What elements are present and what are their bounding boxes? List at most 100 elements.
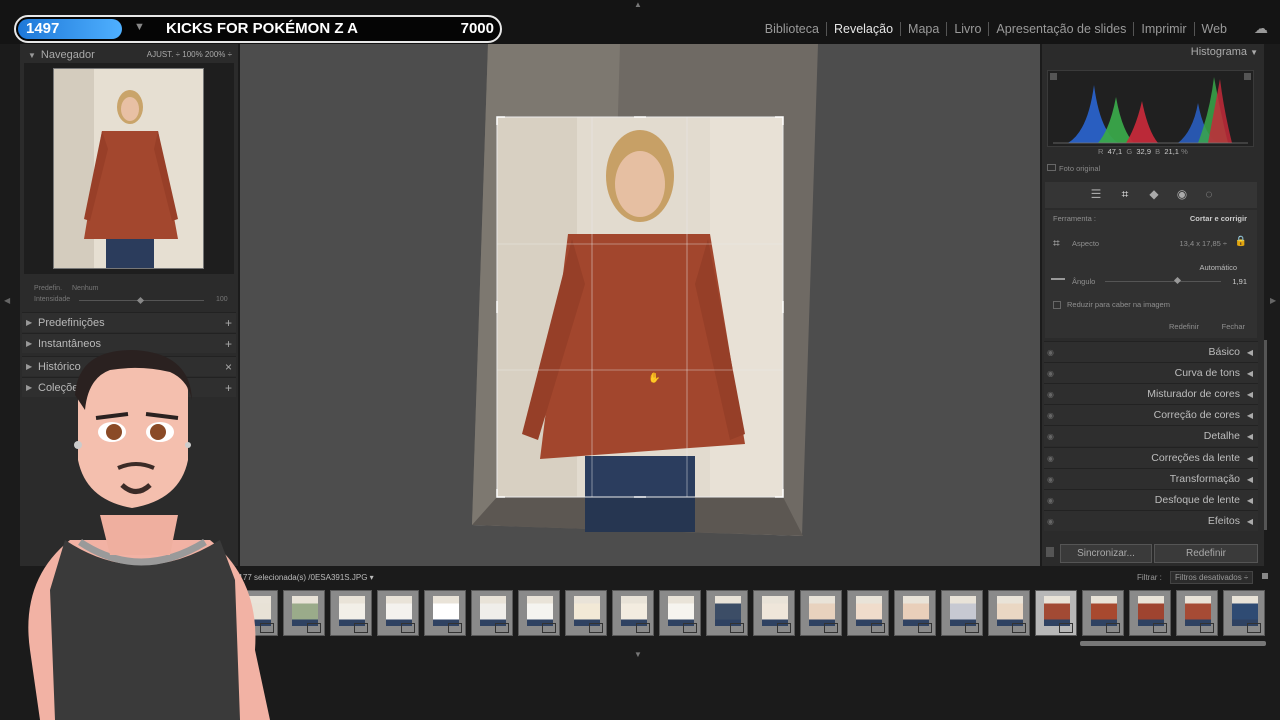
edit-sliders-icon[interactable]: ☰ (1089, 187, 1103, 201)
eye-icon[interactable]: ◉ (1047, 384, 1054, 405)
edited-badge-icon (1106, 623, 1120, 633)
overlay-counter: 1497 (18, 19, 122, 39)
crop-tool-icon[interactable]: ⌗ (1118, 187, 1132, 201)
intensity-slider-thumb[interactable] (136, 296, 145, 305)
eye-icon[interactable]: ◉ (1047, 363, 1054, 384)
eye-icon[interactable]: ◉ (1047, 490, 1054, 511)
crop-workspace[interactable]: ✋ (240, 44, 1040, 566)
section-efeitos[interactable]: ◉ Efeitos ◀ (1044, 510, 1258, 531)
module-imprimir[interactable]: Imprimir (1134, 22, 1195, 36)
filmstrip-thumbnail[interactable] (518, 590, 560, 636)
thumbnail-photo (621, 596, 647, 626)
filmstrip-thumbnail[interactable] (1035, 590, 1077, 636)
section-misturador-de-cores[interactable]: ◉ Misturador de cores ◀ (1044, 383, 1258, 404)
eye-icon[interactable]: ◉ (1047, 342, 1054, 363)
eye-icon[interactable]: ◉ (1047, 405, 1054, 426)
filmstrip-thumbnail[interactable] (471, 590, 513, 636)
masking-icon[interactable]: ◌ (1202, 187, 1216, 201)
add-icon[interactable]: + (225, 313, 232, 333)
section-basico[interactable]: ◉ Básico ◀ (1044, 341, 1258, 362)
tool-value[interactable]: Cortar e corrigir (1190, 214, 1247, 223)
straighten-ruler-icon[interactable] (1051, 278, 1065, 280)
constrain-label: Reduzir para caber na imagem (1067, 300, 1170, 309)
lock-icon[interactable]: 🔒 (1235, 236, 1247, 247)
edited-badge-icon (777, 623, 791, 633)
hand-cursor-icon: ✋ (648, 371, 660, 384)
edited-badge-icon (307, 623, 321, 633)
auto-straighten-button[interactable]: Automático (1199, 263, 1237, 272)
original-photo-toggle[interactable]: Foto original (1047, 164, 1100, 173)
collapse-top-icon[interactable]: ▲ (634, 0, 642, 9)
navigator-thumbnail[interactable] (53, 68, 204, 269)
section-label: Correção de cores (1153, 409, 1240, 421)
preset-value[interactable]: Nenhum (72, 285, 98, 292)
filmstrip-thumbnail[interactable] (941, 590, 983, 636)
filmstrip-thumbnail[interactable] (377, 590, 419, 636)
filmstrip-thumbnail[interactable] (565, 590, 607, 636)
eye-icon[interactable]: ◉ (1047, 469, 1054, 490)
filmstrip-thumbnail[interactable] (330, 590, 372, 636)
navigator-zoom-options[interactable]: AJUST. ÷ 100% 200% ÷ (147, 45, 232, 65)
filmstrip-thumbnail[interactable] (706, 590, 748, 636)
module-livro[interactable]: Livro (947, 22, 990, 36)
filmstrip-scrollbar[interactable] (1080, 641, 1266, 646)
red-eye-icon[interactable]: ◉ (1175, 187, 1189, 201)
module-biblioteca[interactable]: Biblioteca (758, 22, 827, 36)
edited-badge-icon (965, 623, 979, 633)
triangle-left-icon: ◀ (1246, 454, 1253, 463)
navigator-header[interactable]: ▼ Navegador AJUST. ÷ 100% 200% ÷ (20, 45, 246, 65)
section-correcoes-da-lente[interactable]: ◉ Correções da lente ◀ (1044, 447, 1258, 468)
section-predefinicoes[interactable]: ▶ Predefinições + (22, 312, 236, 332)
constrain-option[interactable]: Reduzir para caber na imagem (1053, 300, 1170, 310)
filmstrip-thumbnail[interactable] (847, 590, 889, 636)
angle-slider[interactable] (1105, 281, 1221, 282)
thumbnail-photo (1185, 596, 1211, 626)
section-transformacao[interactable]: ◉ Transformação ◀ (1044, 468, 1258, 489)
reset-button[interactable]: Redefinir (1154, 544, 1258, 563)
filmstrip-thumbnail[interactable] (1223, 590, 1265, 636)
filmstrip-thumbnail[interactable] (1129, 590, 1171, 636)
section-correcao-de-cores[interactable]: ◉ Correção de cores ◀ (1044, 404, 1258, 425)
healing-eraser-icon[interactable]: ◆ (1147, 187, 1161, 201)
filmstrip-thumbnail[interactable] (1176, 590, 1218, 636)
section-label: Efeitos (1207, 515, 1240, 527)
filmstrip-thumbnail[interactable] (800, 590, 842, 636)
filmstrip-thumbnail[interactable] (988, 590, 1030, 636)
eye-icon[interactable]: ◉ (1047, 511, 1054, 532)
right-panel-scrollbar[interactable] (1264, 340, 1267, 530)
crop-reset-button[interactable]: Redefinir (1169, 322, 1199, 331)
checkbox-icon[interactable] (1047, 164, 1056, 171)
filmstrip-thumbnail[interactable] (894, 590, 936, 636)
angle-slider-thumb[interactable] (1173, 276, 1181, 285)
aspect-value[interactable]: 13,4 x 17,85 ÷ (1180, 239, 1227, 248)
crop-close-button[interactable]: Fechar (1222, 322, 1245, 331)
angle-value[interactable]: 1,91 (1232, 277, 1247, 286)
collapse-right-icon[interactable]: ▶ (1270, 296, 1276, 305)
section-curva-de-tons[interactable]: ◉ Curva de tons ◀ (1044, 362, 1258, 383)
filmstrip-thumbnail[interactable] (612, 590, 654, 636)
cloud-sync-icon[interactable]: ☁ (1254, 20, 1268, 37)
filmstrip-thumbnail[interactable] (753, 590, 795, 636)
collapse-left-icon[interactable]: ◀ (4, 296, 10, 305)
module-web[interactable]: Web (1195, 22, 1234, 36)
thumbnail-photo (339, 596, 365, 626)
section-desfoque-de-lente[interactable]: ◉ Desfoque de lente ◀ (1044, 489, 1258, 510)
filmstrip-thumbnail[interactable] (424, 590, 466, 636)
eye-icon[interactable]: ◉ (1047, 426, 1054, 447)
collapse-bottom-icon[interactable]: ▼ (634, 650, 642, 659)
filmstrip-thumbnail[interactable] (1082, 590, 1124, 636)
sync-button[interactable]: Sincronizar... (1060, 544, 1152, 563)
thumbnail-photo (1091, 596, 1117, 626)
filter-select[interactable]: Filtros desativados ÷ (1170, 571, 1254, 584)
edited-badge-icon (589, 623, 603, 633)
module-mapa[interactable]: Mapa (901, 22, 948, 36)
module-revelacao[interactable]: Revelação (827, 22, 902, 36)
section-detalhe[interactable]: ◉ Detalhe ◀ (1044, 425, 1258, 446)
sync-toggle-icon[interactable] (1046, 547, 1054, 557)
module-apresentacao[interactable]: Apresentação de slides (989, 22, 1135, 36)
eye-icon[interactable]: ◉ (1047, 448, 1054, 469)
checkbox-icon[interactable] (1053, 301, 1061, 310)
filmstrip-thumbnail[interactable] (659, 590, 701, 636)
histogram-header[interactable]: Histograma ▼ (1042, 46, 1258, 58)
filter-lock-icon[interactable] (1262, 573, 1268, 579)
